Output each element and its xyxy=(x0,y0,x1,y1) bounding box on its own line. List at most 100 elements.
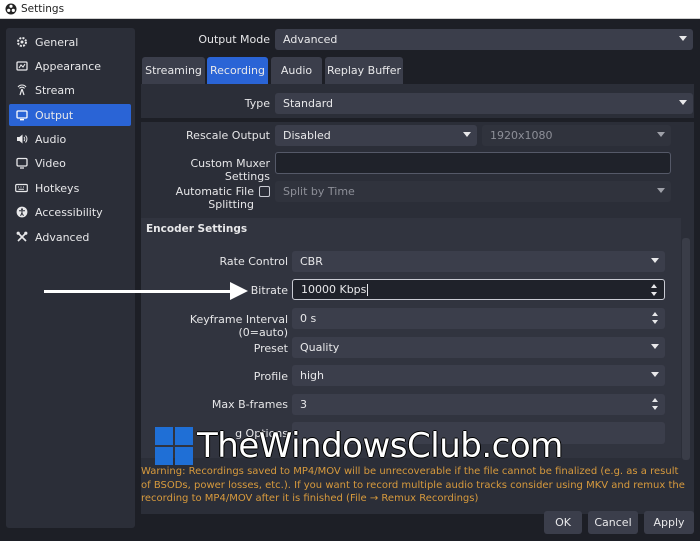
spin-down-icon[interactable] xyxy=(651,292,657,296)
max-bframes-input[interactable]: 3 xyxy=(292,394,665,415)
split-mode-value: Split by Time xyxy=(283,185,355,198)
antenna-icon xyxy=(15,84,28,97)
annotation-arrow-head-icon xyxy=(230,282,248,300)
type-label: Type xyxy=(244,97,270,110)
tab-recording[interactable]: Recording xyxy=(207,57,268,84)
encoder-settings-heading: Encoder Settings xyxy=(146,223,248,235)
bitrate-input[interactable]: 10000 Kbps xyxy=(292,279,665,300)
watermark: TheWindowsClub.com xyxy=(155,426,563,466)
sidebar-item-output[interactable]: Output xyxy=(9,104,131,126)
sidebar-item-appearance[interactable]: Appearance xyxy=(9,55,131,77)
max-bframes-value: 3 xyxy=(300,398,307,411)
profile-select[interactable]: high xyxy=(292,365,665,386)
type-value: Standard xyxy=(283,97,334,110)
chevron-down-icon xyxy=(463,132,471,137)
chevron-down-icon xyxy=(651,258,659,263)
chevron-down-icon xyxy=(679,100,687,105)
keyboard-icon xyxy=(15,182,28,195)
keyframe-interval-input[interactable]: 0 s xyxy=(292,308,665,329)
window-title: Settings xyxy=(21,3,65,15)
spin-down-icon[interactable] xyxy=(652,320,658,324)
rate-control-value: CBR xyxy=(300,255,323,268)
watermark-text: TheWindowsClub.com xyxy=(197,426,563,466)
apply-button[interactable]: Apply xyxy=(644,511,694,534)
auto-split-label: Automatic File Splitting xyxy=(175,185,254,211)
chevron-down-icon xyxy=(651,372,659,377)
sidebar-item-label: Video xyxy=(35,156,66,170)
tab-label: Streaming xyxy=(145,64,202,77)
monitor-icon xyxy=(15,157,28,170)
split-mode-select[interactable]: Split by Time xyxy=(275,181,671,202)
auto-split-checkbox[interactable] xyxy=(259,186,270,197)
sidebar-item-label: Stream xyxy=(35,83,75,97)
type-select[interactable]: Standard xyxy=(275,93,693,114)
sidebar-item-label: Accessibility xyxy=(35,205,103,219)
max-bframes-label: Max B-frames xyxy=(211,398,288,411)
spin-up-icon[interactable] xyxy=(652,398,658,402)
chevron-down-icon xyxy=(657,132,665,137)
preset-select[interactable]: Quality xyxy=(292,337,665,358)
sidebar-item-general[interactable]: General xyxy=(9,31,131,53)
sidebar-item-stream[interactable]: Stream xyxy=(9,79,131,101)
vertical-scrollbar[interactable] xyxy=(682,238,690,460)
accessibility-icon xyxy=(15,206,28,219)
sidebar-item-accessibility[interactable]: Accessibility xyxy=(9,201,131,223)
tab-label: Recording xyxy=(209,64,266,77)
sidebar-item-label: Audio xyxy=(35,132,67,146)
annotation-arrow-line xyxy=(44,290,234,293)
rescale-resolution-select[interactable]: 1920x1080 xyxy=(482,125,671,146)
rate-control-select[interactable]: CBR xyxy=(292,251,665,272)
profile-value: high xyxy=(300,369,324,382)
sidebar-item-video[interactable]: Video xyxy=(9,152,131,174)
keyframe-interval-label: Keyframe Interval (0=auto) xyxy=(189,313,288,339)
sidebar-item-label: Hotkeys xyxy=(35,181,80,195)
sidebar-item-label: General xyxy=(35,35,79,49)
gear-icon xyxy=(15,36,28,49)
cancel-button[interactable]: Cancel xyxy=(588,511,638,534)
tab-streaming[interactable]: Streaming xyxy=(142,57,205,84)
chevron-down-icon xyxy=(679,36,687,41)
sidebar-item-hotkeys[interactable]: Hotkeys xyxy=(9,177,131,199)
palette-icon xyxy=(15,60,28,73)
spin-up-icon[interactable] xyxy=(652,312,658,316)
rate-control-label: Rate Control xyxy=(219,255,288,268)
sidebar-item-advanced[interactable]: Advanced xyxy=(9,226,131,248)
sidebar-item-audio[interactable]: Audio xyxy=(9,128,131,150)
speaker-icon xyxy=(15,133,28,146)
ok-button-label: OK xyxy=(555,516,571,529)
sidebar: General Appearance Stream Output Audio V… xyxy=(6,28,135,528)
sidebar-item-label: Output xyxy=(35,108,74,122)
preset-label: Preset xyxy=(253,342,288,355)
custom-muxer-label: Custom Muxer Settings xyxy=(190,157,270,183)
tab-audio[interactable]: Audio xyxy=(271,57,322,84)
preset-value: Quality xyxy=(300,341,340,354)
output-mode-select[interactable]: Advanced xyxy=(275,29,693,50)
chevron-down-icon xyxy=(651,344,659,349)
monitor-output-icon xyxy=(15,109,28,122)
spin-down-icon[interactable] xyxy=(652,406,658,410)
apply-button-label: Apply xyxy=(653,516,685,529)
tab-label: Replay Buffer xyxy=(326,64,402,77)
output-mode-label: Output Mode xyxy=(198,33,270,46)
rescale-output-label: Rescale Output xyxy=(186,129,270,142)
rescale-resolution-value: 1920x1080 xyxy=(490,129,553,142)
tab-replay-buffer[interactable]: Replay Buffer xyxy=(325,57,403,84)
tools-icon xyxy=(15,231,28,244)
spin-up-icon[interactable] xyxy=(651,284,657,288)
cancel-button-label: Cancel xyxy=(594,516,632,529)
custom-muxer-input[interactable] xyxy=(275,152,671,174)
text-cursor xyxy=(367,283,369,296)
tab-label: Audio xyxy=(280,64,313,77)
keyframe-interval-value: 0 s xyxy=(300,312,317,325)
recording-warning-text: Warning: Recordings saved to MP4/MOV wil… xyxy=(141,466,685,504)
rescale-output-value: Disabled xyxy=(283,129,331,142)
chevron-down-icon xyxy=(657,188,665,193)
sidebar-item-label: Appearance xyxy=(35,59,102,73)
windows-logo-icon xyxy=(155,427,193,465)
obs-logo-icon xyxy=(5,3,17,15)
bitrate-value: 10000 Kbps xyxy=(301,283,367,296)
output-mode-value: Advanced xyxy=(283,33,338,46)
rescale-output-select[interactable]: Disabled xyxy=(275,125,477,146)
ok-button[interactable]: OK xyxy=(544,511,582,534)
sidebar-item-label: Advanced xyxy=(35,230,90,244)
